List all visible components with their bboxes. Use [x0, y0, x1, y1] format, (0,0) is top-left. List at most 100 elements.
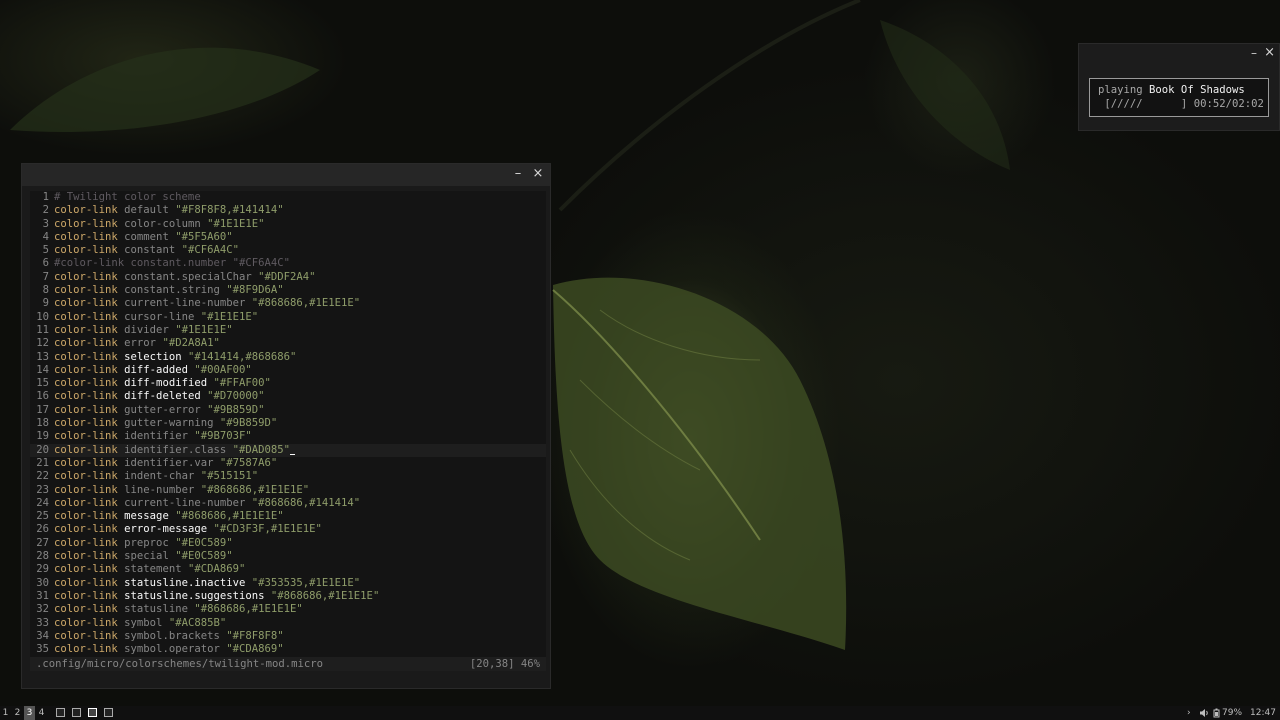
code-line-current[interactable]: 20 color-link identifier.class "#DAD085"	[30, 443, 546, 457]
code-line[interactable]: 5 color-link constant "#CF6A4C"	[30, 244, 546, 257]
line-number: 7	[42, 270, 49, 283]
minimize-button[interactable]: –	[510, 166, 526, 182]
code-line[interactable]: 10 color-link cursor-line "#1E1E1E"	[30, 311, 546, 324]
editor-icon[interactable]	[88, 708, 97, 717]
code-keyword: color-link	[54, 217, 118, 230]
code-line[interactable]: 26 color-link error-message "#CD3F3F,#1E1…	[30, 523, 546, 536]
code-line[interactable]: 29 color-link statement "#CDA869"	[30, 563, 546, 576]
code-group: identifier	[124, 430, 188, 443]
code-group: special	[124, 550, 169, 563]
workspace-1[interactable]: 1	[0, 706, 11, 720]
code-line[interactable]: 16 color-link diff-deleted "#D70000"	[30, 390, 546, 403]
line-number: 23	[36, 483, 49, 496]
code-line[interactable]: 21 color-link identifier.var "#7587A6"	[30, 457, 546, 470]
code-line[interactable]: 33 color-link symbol "#AC885B"	[30, 617, 546, 630]
code-line[interactable]: 34 color-link symbol.brackets "#F8F8F8"	[30, 630, 546, 643]
code-line[interactable]: 32 color-link statusline "#868686,#1E1E1E…	[30, 603, 546, 616]
code-line[interactable]: 15 color-link diff-modified "#FFAF00"	[30, 377, 546, 390]
playback-status: playing	[1098, 84, 1143, 96]
code-line[interactable]: 14 color-link diff-added "#00AF00"	[30, 364, 546, 377]
volume-icon[interactable]	[1199, 706, 1209, 720]
close-button[interactable]: ×	[530, 166, 546, 182]
code-group: statusline.inactive	[124, 576, 246, 589]
code-group: diff-added	[124, 363, 188, 376]
tray-expand-icon[interactable]: ›	[1187, 706, 1191, 720]
code-line[interactable]: 8 color-link constant.string "#8F9D6A"	[30, 284, 546, 297]
code-line[interactable]: 18 color-link gutter-warning "#9B859D"	[30, 417, 546, 430]
code-keyword: color-link	[54, 643, 118, 656]
close-button[interactable]: ×	[1264, 45, 1275, 60]
minimize-button[interactable]: –	[1251, 46, 1257, 60]
workspace-3[interactable]: 3	[24, 706, 35, 720]
terminal-icon[interactable]	[56, 708, 65, 717]
code-line[interactable]: 27 color-link preproc "#E0C589"	[30, 537, 546, 550]
line-number: 27	[36, 536, 49, 549]
code-string: "#DAD085"	[232, 443, 291, 456]
code-group: cursor-line	[124, 310, 195, 323]
code-string: "#F8F8F8,#141414"	[175, 204, 284, 217]
line-number: 31	[36, 589, 49, 602]
code-keyword: color-link	[54, 403, 118, 416]
line-number: 4	[42, 230, 49, 243]
code-line[interactable]: 30 color-link statusline.inactive "#35353…	[30, 577, 546, 590]
code-string: "#CDA869"	[187, 563, 246, 576]
code-line[interactable]: 12 color-link error "#D2A8A1"	[30, 337, 546, 350]
code-keyword: color-link	[54, 576, 118, 589]
code-line[interactable]: 13 color-link selection "#141414,#868686"	[30, 351, 546, 364]
code-group: identifier.class	[124, 443, 227, 456]
line-number: 13	[36, 350, 49, 363]
code-string: "#353535,#1E1E1E"	[251, 576, 361, 589]
editor-window[interactable]: – × 1 # Twilight color scheme 2 color-link …	[21, 163, 551, 689]
code-keyword: color-link	[54, 536, 118, 549]
code-keyword: color-link	[54, 563, 118, 576]
code-line[interactable]: 23 color-link line-number "#868686,#1E1E1…	[30, 484, 546, 497]
code-line[interactable]: 22 color-link indent-char "#515151"	[30, 470, 546, 483]
editor-icon[interactable]	[72, 708, 81, 717]
clock[interactable]: 12:47	[1250, 706, 1276, 720]
code-keyword: color-link	[54, 603, 118, 616]
code-keyword: color-link	[54, 417, 118, 430]
code-string: "#868686,#1E1E1E"	[175, 510, 284, 523]
line-number: 20	[36, 443, 49, 456]
code-line[interactable]: 1 # Twilight color scheme	[30, 191, 546, 204]
code-string: "#1E1E1E"	[175, 323, 233, 336]
code-group: selection	[124, 350, 182, 363]
editor-statusline: .config/micro/colorschemes/twilight-mod.…	[30, 657, 546, 671]
workspace-4[interactable]: 4	[36, 706, 47, 720]
code-line[interactable]: 11 color-link divider "#1E1E1E"	[30, 324, 546, 337]
code-line[interactable]: 2 color-link default "#F8F8F8,#141414"	[30, 204, 546, 217]
file-path: .config/micro/colorschemes/twilight-mod.…	[36, 658, 324, 670]
now-playing-box: playing Book Of Shadows [///// ] 00:52/0…	[1089, 78, 1269, 117]
code-line[interactable]: 25 color-link message "#868686,#1E1E1E"	[30, 510, 546, 523]
terminal-icon[interactable]	[104, 708, 113, 717]
line-number: 10	[36, 310, 49, 323]
code-keyword: color-link	[54, 430, 118, 443]
code-line[interactable]: 9 color-link current-line-number "#868686…	[30, 297, 546, 310]
code-keyword: color-link	[54, 550, 118, 563]
battery-icon[interactable]	[1213, 706, 1220, 720]
code-string: "#5F5A60"	[175, 230, 233, 243]
code-line[interactable]: 4 color-link comment "#5F5A60"	[30, 231, 546, 244]
code-group: current-line-number	[124, 496, 246, 509]
code-line[interactable]: 6 #color-link constant.number "#CF6A4C"	[30, 257, 546, 270]
code-line[interactable]: 17 color-link gutter-error "#9B859D"	[30, 404, 546, 417]
code-editor-area[interactable]: 1 # Twilight color scheme 2 color-link defa…	[30, 191, 546, 657]
code-keyword: color-link	[54, 244, 118, 257]
playback-time: 00:52/02:02	[1193, 97, 1264, 110]
code-line[interactable]: 19 color-link identifier "#9B703F"	[30, 430, 546, 443]
code-line[interactable]: 7 color-link constant.specialChar "#DDF2A…	[30, 271, 546, 284]
code-line[interactable]: 3 color-link color-column "#1E1E1E"	[30, 218, 546, 231]
code-string: "#868686,#1E1E1E"	[270, 589, 380, 602]
music-player-window[interactable]: – × playing Book Of Shadows [///// ] 00:…	[1078, 43, 1280, 131]
code-line[interactable]: 24 color-link current-line-number "#86868…	[30, 497, 546, 510]
taskbar: 1234 › 79% 12:47	[0, 706, 1280, 720]
code-group: diff-deleted	[124, 390, 201, 403]
code-keyword: color-link	[54, 297, 118, 310]
code-line[interactable]: 31 color-link statusline.suggestions "#86…	[30, 590, 546, 603]
line-number: 18	[36, 417, 49, 430]
code-string: "#F8F8F8"	[226, 629, 284, 642]
editor-titlebar[interactable]: – ×	[22, 164, 550, 186]
workspace-2[interactable]: 2	[12, 706, 23, 720]
code-line[interactable]: 28 color-link special "#E0C589"	[30, 550, 546, 563]
code-line[interactable]: 35 color-link symbol.operator "#CDA869"	[30, 643, 546, 656]
